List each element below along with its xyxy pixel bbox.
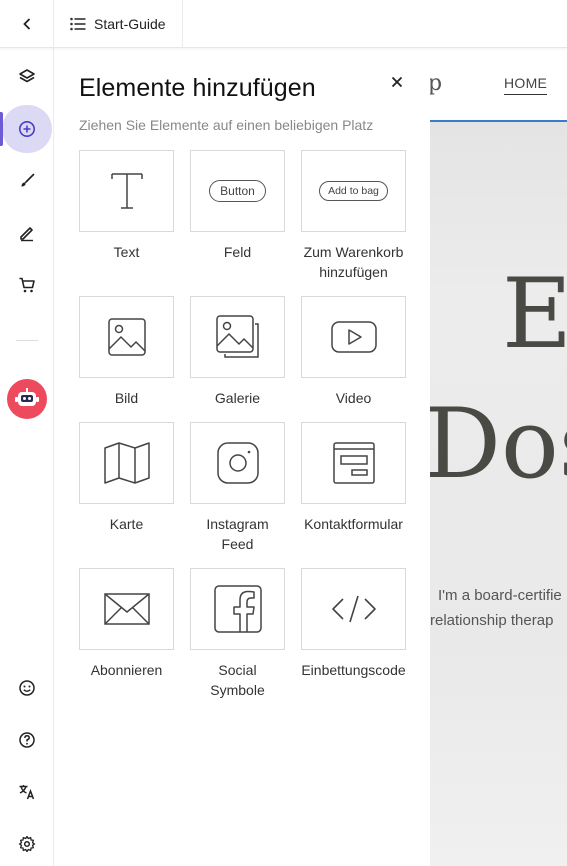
panel-title: Elemente hinzufügen xyxy=(79,74,316,102)
hero-heading-line1[interactable]: E xyxy=(502,266,567,362)
left-rail xyxy=(0,48,54,866)
settings-icon xyxy=(18,835,36,853)
element-map[interactable]: Karte xyxy=(79,422,174,534)
element-add-to-cart[interactable]: Add to bag Zum Warenkorb hinzufügen xyxy=(301,150,406,282)
element-image-preview xyxy=(79,296,174,378)
tile-label: Video xyxy=(335,390,372,406)
add-circle-icon xyxy=(19,121,35,137)
tile-label: Bild xyxy=(114,390,139,406)
element-button[interactable]: Button Feld xyxy=(190,150,285,262)
robot-icon xyxy=(15,388,39,406)
text-icon xyxy=(110,173,143,209)
element-embed-preview xyxy=(301,568,406,650)
start-guide-label: Start-Guide xyxy=(94,15,166,32)
element-subscribe[interactable]: Abonnieren xyxy=(79,568,174,680)
layers-icon xyxy=(19,69,35,83)
element-video[interactable]: Video xyxy=(301,296,406,408)
element-social-preview xyxy=(190,568,285,650)
site-nav-home[interactable]: HOME xyxy=(504,75,548,95)
rail-settings-button[interactable] xyxy=(2,820,52,866)
translate-icon xyxy=(19,785,35,800)
tile-label: Social Symbole xyxy=(210,662,265,698)
hero-heading-line2[interactable]: Dos xyxy=(430,396,567,492)
element-image[interactable]: Bild xyxy=(79,296,174,408)
hero-intro-line1[interactable]: I'm a board-certifie xyxy=(438,587,562,604)
add-to-bag-icon: Add to bag xyxy=(319,181,388,201)
rail-help-button[interactable] xyxy=(2,716,52,764)
button-icon: Button xyxy=(209,180,266,202)
element-instagram-preview xyxy=(190,422,285,504)
chevron-left-icon xyxy=(22,17,30,30)
help-icon xyxy=(19,732,35,748)
code-icon xyxy=(331,595,376,623)
close-icon xyxy=(391,76,403,88)
video-icon xyxy=(330,321,377,353)
rail-add-button[interactable] xyxy=(2,105,52,153)
rail-design-button[interactable] xyxy=(2,157,52,205)
panel-subtitle: Ziehen Sie Elemente auf einen beliebigen… xyxy=(79,117,374,133)
rail-feedback-button[interactable] xyxy=(2,664,52,712)
envelope-icon xyxy=(103,593,150,625)
tile-label: Einbettungscode xyxy=(301,662,406,678)
tile-label: Kontaktformular xyxy=(304,516,403,532)
tile-label: Abonnieren xyxy=(90,662,163,678)
tile-label: Galerie xyxy=(214,390,261,406)
map-icon xyxy=(103,442,150,484)
element-instagram-feed[interactable]: Instagram Feed xyxy=(190,422,285,554)
rail-edit-button[interactable] xyxy=(2,209,52,257)
element-add-to-cart-preview: Add to bag xyxy=(301,150,406,232)
facebook-icon xyxy=(213,585,262,633)
element-contact-form-preview xyxy=(301,422,406,504)
hero-intro-line2[interactable]: relationship therap xyxy=(430,612,553,629)
rail-language-button[interactable] xyxy=(2,768,52,816)
tile-label: Zum Warenkorb hinzufügen xyxy=(303,244,404,280)
tile-label: Text xyxy=(113,244,140,260)
tile-label: Karte xyxy=(109,516,144,532)
rail-layers-button[interactable] xyxy=(2,53,52,101)
add-elements-panel: Elemente hinzufügen Ziehen Sie Elemente … xyxy=(55,48,430,866)
cart-icon xyxy=(19,277,35,293)
element-video-preview xyxy=(301,296,406,378)
site-logo[interactable]: p xyxy=(430,71,442,96)
form-icon xyxy=(332,442,375,484)
site-header-divider xyxy=(430,120,567,122)
rail-shop-button[interactable] xyxy=(2,261,52,309)
tile-label: Feld xyxy=(223,244,252,260)
element-gallery-preview xyxy=(190,296,285,378)
start-guide-button[interactable]: Start-Guide xyxy=(54,0,183,48)
element-gallery[interactable]: Galerie xyxy=(190,296,285,408)
brush-icon xyxy=(21,173,35,187)
element-subscribe-preview xyxy=(79,568,174,650)
close-panel-button[interactable] xyxy=(385,70,409,94)
top-bar: Start-Guide xyxy=(0,0,567,48)
element-map-preview xyxy=(79,422,174,504)
list-icon xyxy=(70,17,86,30)
image-icon xyxy=(107,318,146,356)
element-social-icons[interactable]: Social Symbole xyxy=(190,568,285,700)
smiley-icon xyxy=(19,680,35,696)
element-button-preview: Button xyxy=(190,150,285,232)
ai-assistant-button[interactable] xyxy=(7,379,47,419)
element-embed-code[interactable]: Einbettungscode xyxy=(301,568,406,680)
back-button[interactable] xyxy=(0,0,54,48)
website-preview[interactable]: p HOME E Dos I'm a board-certifie relati… xyxy=(430,48,567,866)
element-contact-form[interactable]: Kontaktformular xyxy=(301,422,406,534)
element-text[interactable]: Text xyxy=(79,150,174,262)
tile-label: Instagram Feed xyxy=(206,516,269,552)
gallery-icon xyxy=(215,315,259,358)
instagram-icon xyxy=(216,442,259,484)
element-text-preview xyxy=(79,150,174,232)
rail-divider xyxy=(16,340,38,341)
pen-icon xyxy=(20,227,33,242)
